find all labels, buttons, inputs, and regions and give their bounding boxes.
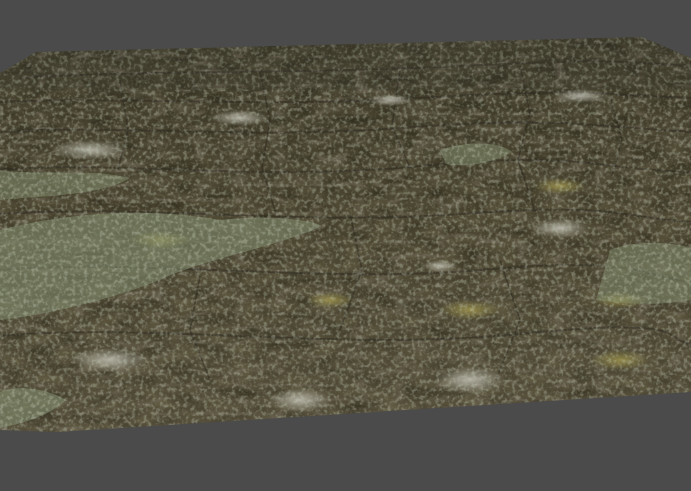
3d-viewport[interactable] <box>0 0 691 491</box>
terrain-mesh[interactable] <box>0 0 691 491</box>
